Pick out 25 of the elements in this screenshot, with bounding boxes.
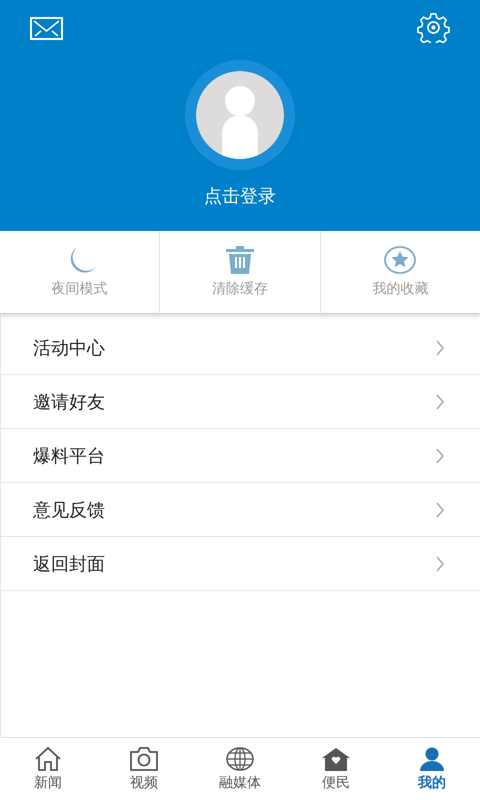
- menu-item[interactable]: 爆料平台: [1, 429, 480, 483]
- camera-icon: [130, 746, 158, 770]
- menu-item[interactable]: 活动中心: [1, 321, 480, 375]
- menu-item[interactable]: 邀请好友: [1, 375, 480, 429]
- chevron-right-icon: [436, 448, 444, 464]
- settings-icon[interactable]: [417, 13, 450, 43]
- chevron-right-icon: [436, 394, 444, 410]
- house-heart-icon: [322, 746, 350, 770]
- tab[interactable]: 融媒体: [192, 738, 288, 800]
- tab[interactable]: 我的: [384, 738, 480, 800]
- tab[interactable]: 便民: [288, 738, 384, 800]
- chevron-right-icon: [436, 502, 444, 518]
- globe-icon: [226, 746, 254, 770]
- home-icon: [34, 746, 62, 770]
- tab[interactable]: 视频: [96, 738, 192, 800]
- menu-item[interactable]: 意见反馈: [1, 483, 480, 537]
- menu-item[interactable]: 返回封面: [1, 537, 480, 591]
- avatar-icon[interactable]: [196, 71, 284, 159]
- mail-icon[interactable]: [30, 16, 63, 40]
- login-link[interactable]: 点击登录: [204, 184, 276, 208]
- person-icon: [418, 746, 446, 770]
- chevron-right-icon: [436, 340, 444, 356]
- tab[interactable]: 新闻: [0, 738, 96, 800]
- chevron-right-icon: [436, 556, 444, 572]
- trash-icon: [226, 246, 254, 274]
